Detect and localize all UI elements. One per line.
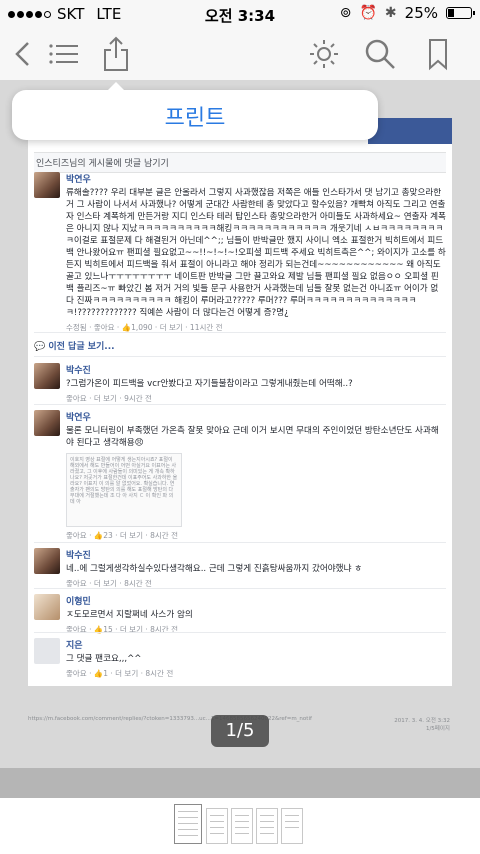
like-icon: 👍 [93,531,104,540]
document-page[interactable]: 인스티즈님의 게시물에 댓글 남기기 박연우 류해솔???? 우리 대부분 글은… [28,118,452,686]
comment-text: ?그럼가온이 피드백을 vcr안봤다고 자기들불참이라고 그렇게내줬는데 어떡해… [66,379,353,389]
comment-author[interactable]: 이형민 [66,594,446,607]
comment: 박연우 류해솔???? 우리 대부분 글은 안올라서 그렇지 사과했잖음 저쪽은… [34,172,446,333]
page-thumbnails [0,798,480,854]
page-indicator: 1/5 [211,715,269,747]
footer-date: 2017. 3. 4. 오전 3:32 1/5페이지 [394,718,450,732]
brightness-icon[interactable] [306,36,342,72]
avatar[interactable] [34,638,60,664]
bottom-scroll-area [0,768,480,798]
comment: 이형민 ㅈ도모르면서 지랄쩌네 사스가 암의 좋아요 · 👍15 · 더 보기 … [34,594,446,635]
more-replies-link[interactable]: 💬 이전 답글 보기... [34,339,115,352]
comment-text: ㅈ도모르면서 지랄쩌네 사스가 암의 [66,610,193,620]
search-icon[interactable] [362,36,398,72]
comment-author[interactable]: 박수진 [66,548,446,561]
print-popup: 프린트 [12,82,378,140]
divider [34,588,446,589]
comment-meta: 좋아요 · 👍15 · 더 보기 · 8시간 전 [66,625,178,634]
avatar[interactable] [34,172,60,198]
bluetooth-icon: ✱ [384,5,397,21]
comment: 박수진 네..에 그럴게생각하실수있다생각해요.. 근데 그렇게 진흙탕싸움까지… [34,548,446,589]
alarm-icon: ⏰ [359,5,377,21]
comment-text: 물론 모니터링이 부족했던 가온측 잘못 맞아요 근데 이거 보시면 무대의 주… [66,426,439,448]
thumbnail-page-3[interactable] [231,808,253,844]
comment-meta: 좋아요 · 👍1 · 더 보기 · 8시간 전 [66,669,174,678]
comment: 박연우 물론 모니터링이 부족했던 가온측 잘못 맞아요 근데 이거 보시면 무… [34,410,446,541]
comment: 박수진 ?그럼가온이 피드백을 vcr안봤다고 자기들불참이라고 그렇게내줬는데… [34,363,446,404]
divider [34,632,446,633]
comment-author[interactable]: 박연우 [66,172,446,185]
comment-text: 그 댓글 팬코요,,,^^ [66,654,142,664]
comment-author[interactable]: 박수진 [66,363,446,376]
divider [34,332,446,333]
thumbnail-page-4[interactable] [256,808,278,844]
comment: 지은 그 댓글 팬코요,,,^^ 좋아요 · 👍1 · 더 보기 · 8시간 전 [34,638,446,679]
divider [34,356,446,357]
avatar[interactable] [34,594,60,620]
share-icon[interactable] [98,36,134,72]
battery-icon [446,7,475,19]
avatar[interactable] [34,363,60,389]
status-bar: SKT LTE 오전 3:34 ⊚ ⏰ ✱ 25% [0,0,480,28]
status-right: ⊚ ⏰ ✱ 25% [339,4,475,22]
comment-meta: 좋아요 · 👍23 · 더 보기 · 8시간 전 [66,531,178,540]
comment-author[interactable]: 지은 [66,638,446,651]
comment-author[interactable]: 박연우 [66,410,446,423]
comment-text: 네..에 그럴게생각하실수있다생각해요.. 근데 그렇게 진흙탕싸움까지 갔어야… [66,564,363,574]
embedded-screenshot[interactable]: 이호지 영상 표절에 어떻게 생는지아시죠? 표절이 해외에서 해도 만들어이 … [66,453,182,527]
rotation-lock-icon: ⊚ [339,5,352,21]
like-icon: 👍 [93,669,104,678]
thumbnail-page-1[interactable] [174,804,202,844]
bookmark-icon[interactable] [420,36,456,72]
comment-meta[interactable]: 좋아요 · 더 보기 · 9시간 전 [66,393,446,404]
like-icon: 👍 [121,323,132,332]
footer-url: https://m.facebook.com/comment/replies/?… [28,716,312,722]
popup-arrow [108,82,124,90]
facebook-header-bar [368,118,452,144]
avatar[interactable] [34,410,60,436]
battery-percent: 25% [404,4,438,22]
divider [34,404,446,405]
print-button[interactable]: 프린트 [12,100,378,132]
list-icon[interactable] [46,36,82,72]
avatar[interactable] [34,548,60,574]
thumbnail-page-5[interactable] [281,808,303,844]
comment-icon: 💬 [34,342,46,352]
reader-toolbar [0,28,480,80]
comment-text: 류해솔???? 우리 대부분 글은 안올라서 그렇지 사과했잖음 저쪽은 애들 … [66,188,446,318]
section-title: 인스티즈님의 게시물에 댓글 남기기 [34,152,446,173]
divider [34,542,446,543]
back-icon[interactable] [6,36,42,72]
thumbnail-page-2[interactable] [206,808,228,844]
